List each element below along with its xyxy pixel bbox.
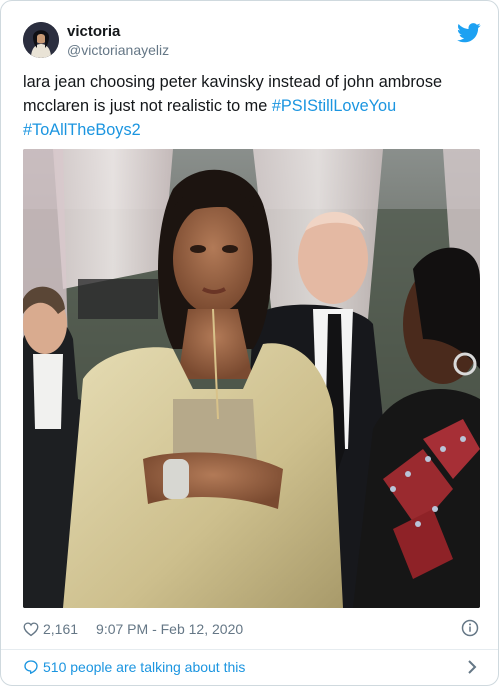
- tweet-photo[interactable]: [23, 149, 480, 608]
- twitter-bird-icon[interactable]: [457, 23, 481, 43]
- display-name[interactable]: victoria: [67, 23, 120, 40]
- talking-about-text: 510 people are talking about this: [43, 659, 246, 675]
- chevron-right-icon: [468, 660, 477, 674]
- hashtag-psistillloveyou[interactable]: #PSIStillLoveYou: [272, 97, 396, 115]
- tweet-meta: 2,161 9:07 PM - Feb 12, 2020: [23, 618, 243, 640]
- user-handle[interactable]: @victorianayeliz: [67, 42, 169, 58]
- heart-icon[interactable]: [23, 621, 39, 637]
- tweet-timestamp[interactable]: 9:07 PM - Feb 12, 2020: [96, 621, 243, 637]
- tweet-text: lara jean choosing peter kavinsky instea…: [23, 70, 478, 142]
- event-photo-illustration: [23, 149, 480, 608]
- avatar-illustration: [23, 22, 59, 58]
- info-icon[interactable]: [461, 619, 479, 637]
- tweet-card: victoria @victorianayeliz lara jean choo…: [0, 0, 499, 686]
- hashtag-toalltheboys2[interactable]: #ToAllTheBoys2: [23, 121, 141, 139]
- conversation-link[interactable]: 510 people are talking about this: [1, 650, 498, 685]
- speech-bubble-icon: [24, 660, 38, 674]
- like-count[interactable]: 2,161: [43, 621, 78, 637]
- avatar[interactable]: [23, 22, 59, 58]
